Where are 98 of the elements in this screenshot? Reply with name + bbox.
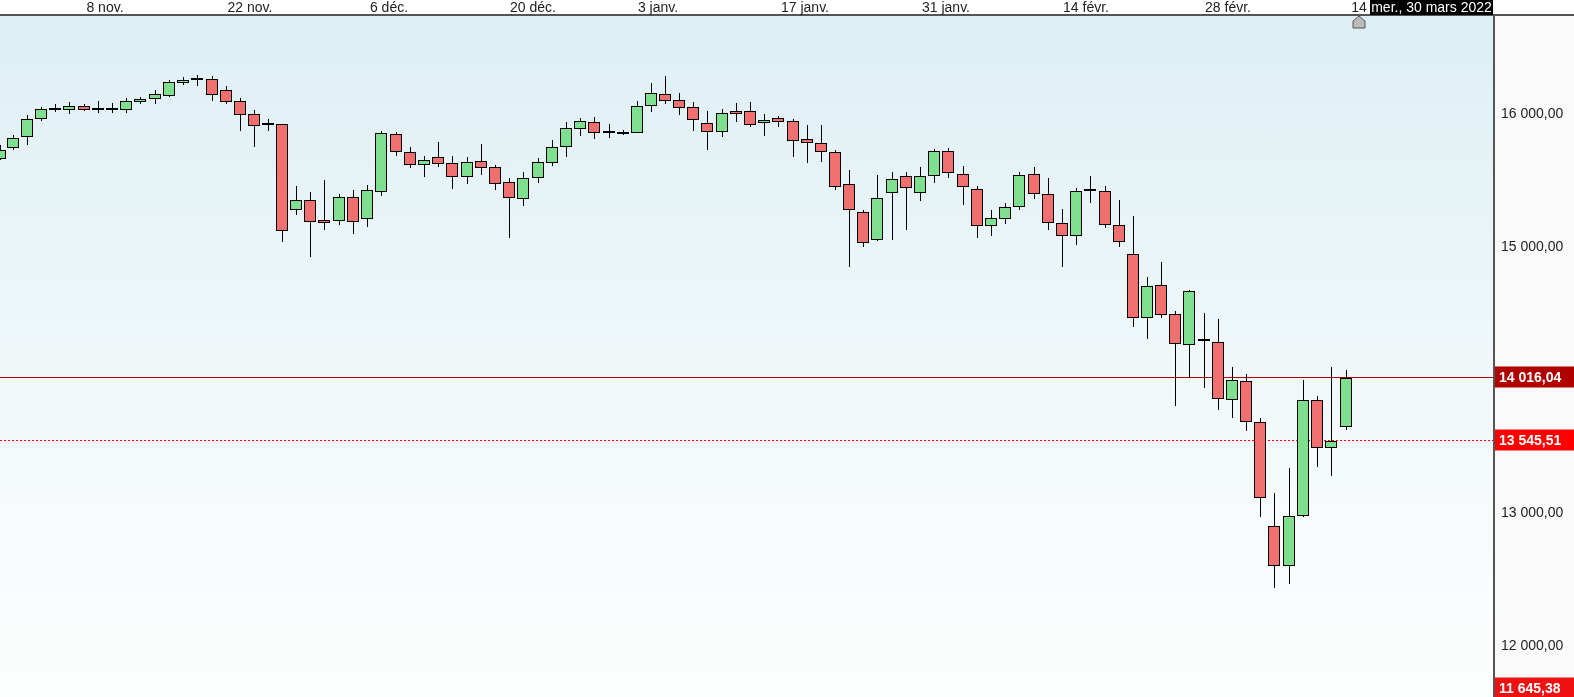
- candle: [758, 113, 770, 137]
- axis-label: 16 000,00: [1501, 105, 1564, 121]
- candle: [1042, 177, 1054, 231]
- candle: [390, 131, 402, 157]
- candle: [772, 115, 784, 128]
- candle: [248, 109, 260, 148]
- candle: [603, 123, 615, 139]
- axis-label: 15 000,00: [1501, 238, 1564, 254]
- axis-label: 3 janv.: [637, 0, 679, 15]
- price-tag: 11 645,38: [1495, 677, 1574, 697]
- candle: [886, 171, 898, 241]
- axis-label: 22 nov.: [227, 0, 273, 15]
- candle: [1113, 199, 1125, 248]
- axis-label: 17 janv.: [781, 0, 829, 15]
- candle: [574, 117, 586, 137]
- candle: [871, 174, 883, 242]
- candle: [1155, 261, 1167, 319]
- candle: [134, 96, 146, 105]
- axis-label: 31 janv.: [922, 0, 970, 15]
- axis-label: 14: [1351, 0, 1367, 15]
- axis-label: 13 000,00: [1501, 504, 1564, 520]
- candle: [999, 202, 1011, 225]
- candle: [446, 155, 458, 190]
- candle: [914, 166, 926, 202]
- candle: [829, 149, 841, 191]
- candle: [220, 85, 232, 105]
- candle: [801, 124, 813, 164]
- candle: [560, 121, 572, 158]
- candle: [475, 143, 487, 176]
- candle: [631, 100, 643, 134]
- candle: [163, 79, 175, 98]
- candle: [503, 177, 515, 239]
- candle: [687, 101, 699, 132]
- axis-label: 28 févr.: [1205, 0, 1251, 15]
- candle: [49, 103, 61, 113]
- candle: [942, 147, 954, 179]
- axis-label: 12 000,00: [1501, 637, 1564, 653]
- candle: [333, 193, 345, 226]
- candle: [787, 118, 799, 158]
- candle: [1056, 208, 1068, 268]
- candle: [1013, 171, 1025, 211]
- candle: [900, 171, 912, 231]
- candle: [928, 148, 940, 184]
- candle: [177, 76, 189, 86]
- candle: [262, 118, 274, 132]
- candle: [120, 97, 132, 114]
- candle: [375, 130, 387, 197]
- candle: [347, 189, 359, 235]
- price-tag: 14 016,04: [1495, 366, 1574, 388]
- candle: [1240, 373, 1252, 432]
- candle: [971, 185, 983, 239]
- candle: [815, 124, 827, 163]
- candle: [318, 179, 330, 231]
- candle: [1028, 166, 1040, 200]
- candle: [673, 92, 685, 116]
- axis-label: 20 déc.: [510, 0, 556, 15]
- candle: [361, 184, 373, 228]
- candle: [1084, 175, 1096, 204]
- candle: [149, 89, 161, 105]
- candle: [206, 75, 218, 102]
- candle: [1226, 366, 1238, 419]
- candle: [532, 157, 544, 184]
- axis-label: 8 nov.: [86, 0, 124, 15]
- candle: [21, 114, 33, 146]
- candle: [106, 102, 118, 114]
- candle: [1070, 187, 1082, 246]
- axis-label: 6 déc.: [369, 0, 409, 15]
- candle: [304, 191, 316, 258]
- candle: [517, 171, 529, 207]
- axis-label: 14 févr.: [1063, 0, 1109, 15]
- candle: [985, 209, 997, 237]
- candle: [234, 97, 246, 132]
- candle: [730, 102, 742, 123]
- candle: [63, 101, 75, 115]
- candle: [191, 74, 203, 87]
- candle: [432, 141, 444, 168]
- candle: [290, 185, 302, 216]
- candle: [92, 100, 104, 114]
- candle: [857, 209, 869, 248]
- candle: [461, 156, 473, 185]
- candle: [418, 155, 430, 178]
- candle: [546, 139, 558, 167]
- candle: [659, 75, 671, 105]
- candle: [617, 129, 629, 136]
- candle: [645, 82, 657, 113]
- candle: [1099, 185, 1111, 229]
- candle: [35, 106, 47, 122]
- candle: [404, 146, 416, 169]
- candle: [588, 116, 600, 140]
- candle: [701, 110, 713, 151]
- candle: [744, 101, 756, 128]
- date-tooltip: mer., 30 mars 2022: [1370, 0, 1493, 15]
- price-tag: 13 545,51: [1495, 429, 1574, 451]
- candle: [1340, 369, 1352, 431]
- candle: [1141, 276, 1153, 340]
- candle: [716, 108, 728, 138]
- candle: [489, 164, 501, 191]
- candle: [957, 165, 969, 206]
